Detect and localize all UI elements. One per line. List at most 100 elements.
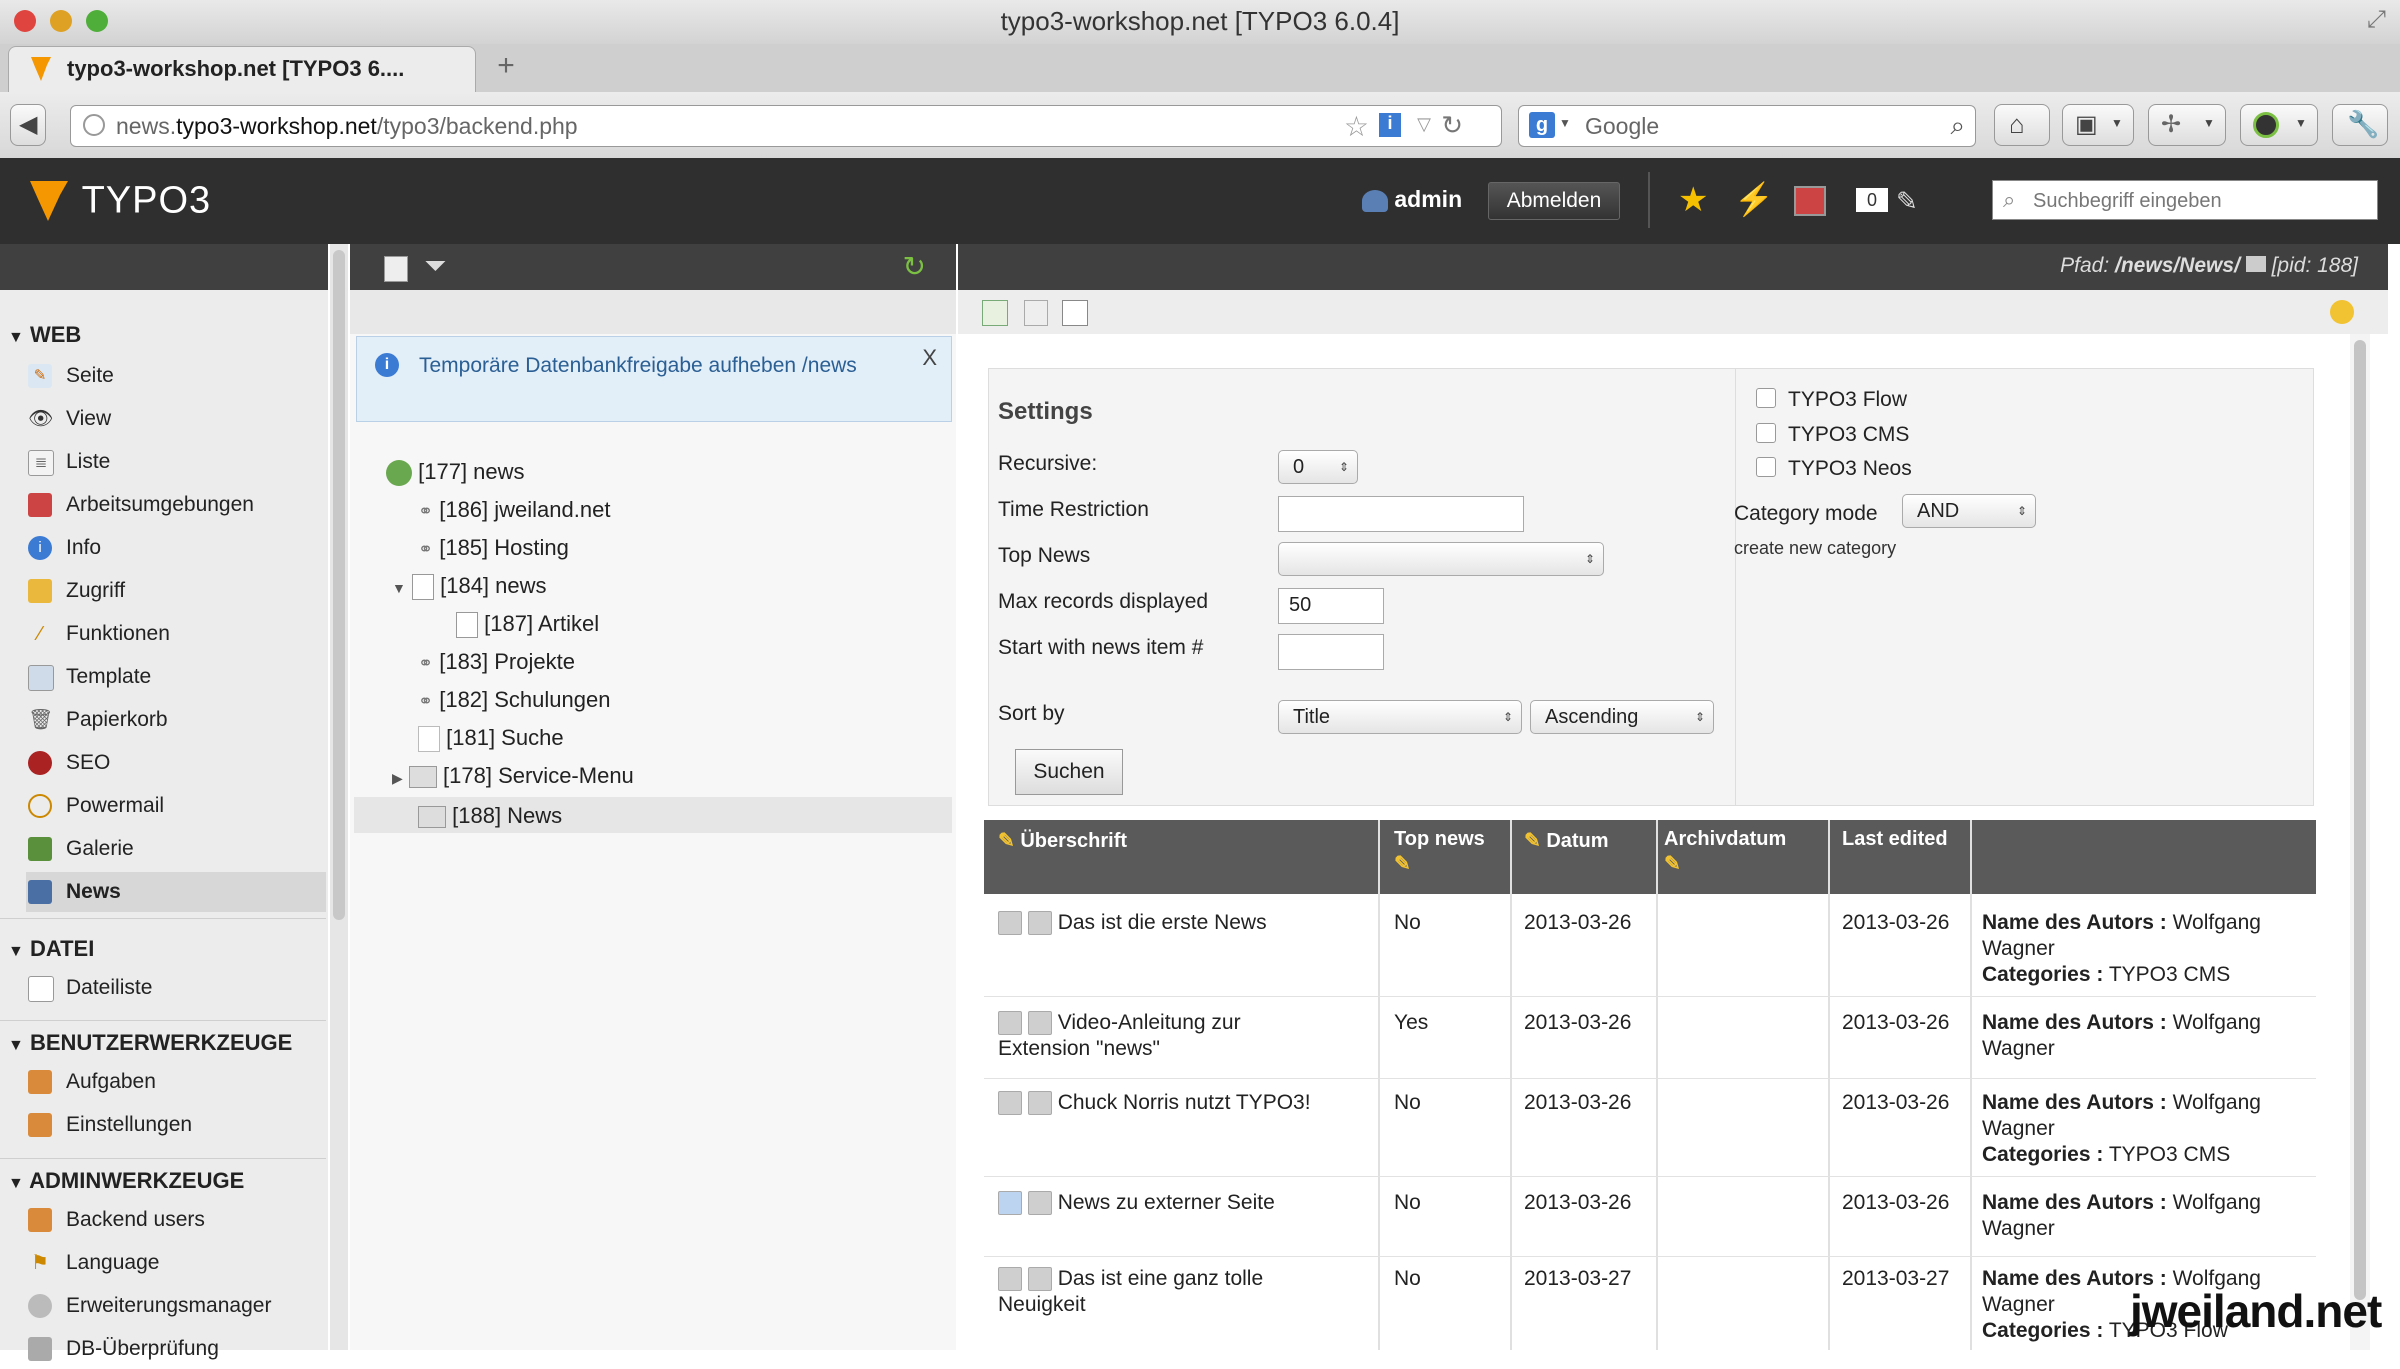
menu-item-seo[interactable]: SEO bbox=[26, 743, 326, 783]
menu-item-funktionen[interactable]: ⁄ Funktionen bbox=[26, 614, 326, 654]
browser-tab[interactable]: typo3-workshop.net [TYPO3 6.... bbox=[8, 46, 476, 93]
table-row[interactable]: News zu externer Seite No 2013-03-26 201… bbox=[984, 1180, 2316, 1254]
home-button[interactable]: ⌂ bbox=[1994, 104, 2050, 146]
sort-by-select[interactable]: Title ⇕ bbox=[1278, 700, 1522, 734]
scrollbar-thumb[interactable] bbox=[333, 250, 345, 920]
search-submit-button[interactable]: Suchen bbox=[1015, 749, 1123, 795]
scrollbar-thumb[interactable] bbox=[2354, 340, 2366, 1300]
tree-node-177[interactable]: [177] news bbox=[386, 459, 525, 493]
top-news-select[interactable]: ⇕ bbox=[1278, 542, 1604, 576]
menu-group-datei[interactable]: ▼ DATEI bbox=[8, 936, 94, 962]
table-row[interactable]: Das ist eine ganz tolle Neuigkeit No 201… bbox=[984, 1256, 2316, 1350]
logout-button[interactable]: Abmelden bbox=[1488, 182, 1620, 220]
bookmarks-star-icon[interactable]: ★ bbox=[1678, 180, 1708, 220]
tree-node-188[interactable]: [188] News bbox=[354, 797, 952, 833]
dropdown-arrow-icon[interactable]: ▽ bbox=[1417, 114, 1431, 135]
menu-item-papierkorb[interactable]: 🗑 Papierkorb bbox=[26, 700, 326, 740]
extensions-button[interactable]: ✢ ▼ bbox=[2148, 104, 2226, 146]
addon-button[interactable]: ▼ bbox=[2240, 104, 2318, 146]
back-button[interactable]: ◀ bbox=[10, 104, 46, 146]
news-title-cell[interactable]: Das ist die erste News bbox=[998, 910, 1388, 936]
filter-icon[interactable]: ⏷ bbox=[424, 250, 446, 283]
tree-node-187[interactable]: [187] Artikel bbox=[456, 611, 599, 645]
category-checkbox-neos[interactable] bbox=[1756, 457, 1776, 477]
column-header-datum[interactable]: ✎ Datum bbox=[1524, 828, 1609, 853]
tree-node-184[interactable]: ▼ [184] news bbox=[392, 573, 547, 607]
google-icon[interactable]: g bbox=[1529, 112, 1555, 138]
table-row[interactable]: Chuck Norris nutzt TYPO3! No 2013-03-26 … bbox=[984, 1080, 2316, 1174]
search-icon[interactable]: ⌕ bbox=[1950, 110, 1965, 142]
menu-item-zugriff[interactable]: Zugriff bbox=[26, 571, 326, 611]
info-icon[interactable]: i bbox=[1379, 113, 1401, 137]
backend-search-input[interactable]: ⌕ Suchbegriff eingeben bbox=[1992, 180, 2378, 220]
menu-item-einstellungen[interactable]: Einstellungen bbox=[26, 1105, 326, 1145]
content-scrollbar[interactable] bbox=[2350, 334, 2370, 1350]
wrench-button[interactable]: 🔧 bbox=[2332, 104, 2388, 146]
menu-group-adminwerkzeuge[interactable]: ▼ ADMINWERKZEUGE bbox=[8, 1168, 244, 1194]
menu-item-info[interactable]: i Info bbox=[26, 528, 326, 568]
category-checkbox-flow[interactable] bbox=[1756, 388, 1776, 408]
expand-triangle-icon[interactable]: ▼ bbox=[392, 580, 406, 596]
max-records-input[interactable]: 50 bbox=[1278, 588, 1384, 624]
edit-docs-icon[interactable]: ✎ bbox=[1896, 186, 1918, 217]
menu-item-language[interactable]: ⚑ Language bbox=[26, 1243, 326, 1283]
minimize-window-button[interactable] bbox=[50, 10, 72, 32]
news-title-cell[interactable]: News zu externer Seite bbox=[998, 1190, 1388, 1216]
menu-item-powermail[interactable]: Powermail bbox=[26, 786, 326, 826]
browser-search-field[interactable]: g ▼ Google ⌕ bbox=[1518, 105, 1976, 147]
search-engine-dropdown-icon[interactable]: ▼ bbox=[1559, 116, 1571, 130]
module-menu-scrollbar[interactable] bbox=[330, 244, 348, 1350]
menu-item-liste[interactable]: ≣ Liste bbox=[26, 442, 326, 482]
news-title-cell[interactable]: Das ist eine ganz tolle Neuigkeit bbox=[998, 1266, 1328, 1318]
menu-item-db-ueberpruefung[interactable]: DB-Überprüfung bbox=[26, 1329, 326, 1369]
menu-item-erweiterungsmanager[interactable]: Erweiterungsmanager bbox=[26, 1286, 326, 1326]
column-header-top-news[interactable]: Top news ✎ bbox=[1394, 828, 1485, 876]
table-row[interactable]: Video-Anleitung zur Extension "news" Yes… bbox=[984, 1000, 2316, 1076]
new-tab-button[interactable]: + bbox=[482, 50, 530, 84]
menu-item-galerie[interactable]: Galerie bbox=[26, 829, 326, 869]
zoom-window-button[interactable] bbox=[86, 10, 108, 32]
list-view-icon[interactable] bbox=[1062, 300, 1088, 326]
tree-node-182[interactable]: ⚭ [182] Schulungen bbox=[418, 687, 610, 721]
close-window-button[interactable] bbox=[14, 10, 36, 32]
address-bar[interactable]: news.typo3-workshop.net/typo3/backend.ph… bbox=[70, 105, 1502, 147]
news-title-cell[interactable]: Video-Anleitung zur Extension "news" bbox=[998, 1010, 1288, 1062]
recursive-select[interactable]: 0 ⇕ bbox=[1278, 450, 1358, 484]
new-page-icon[interactable] bbox=[384, 256, 408, 282]
create-category-link[interactable]: create new category bbox=[1734, 538, 1896, 559]
collapsed-triangle-icon[interactable]: ▶ bbox=[392, 770, 403, 786]
news-title-cell[interactable]: Chuck Norris nutzt TYPO3! bbox=[998, 1090, 1388, 1116]
tree-node-178[interactable]: ▶ [178] Service-Menu bbox=[392, 763, 634, 797]
open-docs-counter[interactable]: 0 bbox=[1856, 188, 1888, 212]
typo3-logo[interactable]: TYPO3 bbox=[28, 178, 211, 223]
tree-node-183[interactable]: ⚭ [183] Projekte bbox=[418, 649, 575, 683]
menu-item-template[interactable]: Template bbox=[26, 657, 326, 697]
page-properties-icon[interactable] bbox=[1024, 300, 1048, 326]
refresh-icon[interactable]: ↻ bbox=[903, 250, 926, 283]
new-record-icon[interactable] bbox=[982, 300, 1008, 326]
menu-item-news[interactable]: News bbox=[26, 872, 326, 912]
menu-group-web[interactable]: ▼ WEB bbox=[8, 322, 81, 348]
sort-order-select[interactable]: Ascending ⇕ bbox=[1530, 700, 1714, 734]
tree-node-181[interactable]: [181] Suche bbox=[418, 725, 564, 759]
menu-item-view[interactable]: 👁 View bbox=[26, 399, 326, 439]
bookmark-star-icon[interactable]: ☆ bbox=[1344, 110, 1369, 143]
fullscreen-icon[interactable]: ⤢ bbox=[2367, 6, 2386, 34]
close-info-button[interactable]: X bbox=[922, 345, 937, 371]
clear-cache-icon[interactable]: ⚡ bbox=[1734, 180, 1774, 218]
bookmarks-button[interactable]: ▣ ▼ bbox=[2062, 104, 2134, 146]
category-mode-select[interactable]: AND ⇕ bbox=[1902, 494, 2036, 528]
category-checkbox-cms[interactable] bbox=[1756, 423, 1776, 443]
add-shortcut-icon[interactable] bbox=[2330, 300, 2354, 324]
info-message[interactable]: Temporäre Datenbankfreigabe aufheben /ne… bbox=[419, 353, 889, 378]
tree-node-185[interactable]: ⚭ [185] Hosting bbox=[418, 535, 569, 569]
time-restriction-input[interactable] bbox=[1278, 496, 1524, 532]
menu-item-seite[interactable]: ✎ Seite bbox=[26, 356, 326, 396]
menu-item-arbeitsumgebungen[interactable]: Arbeitsumgebungen bbox=[26, 485, 326, 525]
table-row[interactable]: Das ist die erste News No 2013-03-26 201… bbox=[984, 900, 2316, 994]
menu-item-dateiliste[interactable]: Dateiliste bbox=[26, 968, 326, 1008]
workspace-icon[interactable] bbox=[1794, 186, 1826, 216]
user-menu[interactable]: admin bbox=[1362, 186, 1462, 213]
tree-node-186[interactable]: ⚭ [186] jweiland.net bbox=[418, 497, 610, 531]
menu-item-aufgaben[interactable]: Aufgaben bbox=[26, 1062, 326, 1102]
